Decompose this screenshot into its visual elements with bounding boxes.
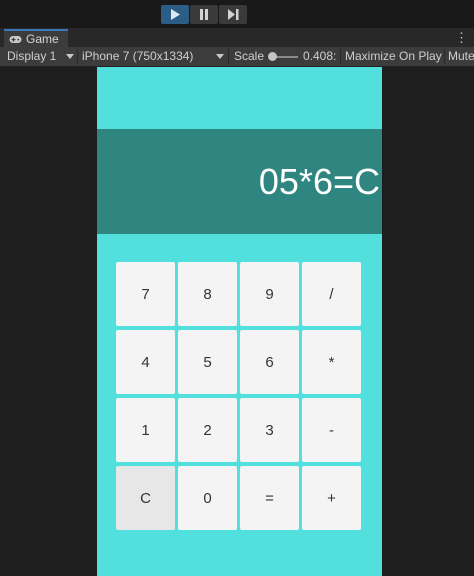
key-7[interactable]: 7 [116,262,175,326]
more-menu-icon[interactable]: ⋮ [455,29,468,47]
key-divide[interactable]: / [302,262,361,326]
play-controls [161,5,247,24]
step-icon [228,9,239,20]
scale-label: Scale [234,49,265,63]
tab-bar: Game ⋮ [0,28,474,48]
calculator-screen: 05*6=C 7 8 9 / 4 5 6 * 1 2 3 - C 0 = + [97,67,382,576]
tab-label: Game [26,32,59,46]
key-equals[interactable]: = [240,466,299,530]
calculator-display: 05*6=C [97,129,382,234]
resolution-dropdown[interactable]: iPhone 7 (750x1334) [82,47,193,66]
key-8[interactable]: 8 [178,262,237,326]
tab-game[interactable]: Game [4,29,68,47]
key-subtract[interactable]: - [302,398,361,462]
key-0[interactable]: 0 [178,466,237,530]
game-viewport: 05*6=C 7 8 9 / 4 5 6 * 1 2 3 - C 0 = + [0,67,474,576]
resolution-chevron-down-icon[interactable] [216,54,224,59]
key-multiply[interactable]: * [302,330,361,394]
game-toolbar: Display 1 iPhone 7 (750x1334) Scale 0.40… [0,47,474,67]
key-1[interactable]: 1 [116,398,175,462]
key-9[interactable]: 9 [240,262,299,326]
key-5[interactable]: 5 [178,330,237,394]
key-6[interactable]: 6 [240,330,299,394]
toolbar-divider [228,49,229,64]
play-button[interactable] [161,5,189,24]
resolution-dropdown-label: iPhone 7 (750x1334) [82,49,194,63]
gamepad-icon [9,35,22,43]
toolbar-divider [444,49,445,64]
display-dropdown-label: Display 1 [7,49,57,63]
scale-slider-handle[interactable] [268,52,277,61]
step-button[interactable] [219,5,247,24]
display-text: 05*6=C [258,161,380,202]
key-add[interactable]: + [302,466,361,530]
keypad: 7 8 9 / 4 5 6 * 1 2 3 - C 0 = + [116,262,361,530]
key-clear[interactable]: C [116,466,175,530]
maximize-on-play-toggle[interactable]: Maximize On Play [345,47,442,66]
play-icon [171,9,180,20]
display-dropdown[interactable]: Display 1 [7,47,56,66]
key-3[interactable]: 3 [240,398,299,462]
mute-audio-toggle[interactable]: Mute [448,47,474,66]
play-toolbar [0,0,474,28]
toolbar-divider [340,49,341,64]
key-4[interactable]: 4 [116,330,175,394]
pause-icon [200,9,208,20]
display-chevron-down-icon[interactable] [66,54,74,59]
toolbar-divider [77,49,78,64]
scale-value: 0.408: [303,49,337,63]
key-2[interactable]: 2 [178,398,237,462]
pause-button[interactable] [190,5,218,24]
